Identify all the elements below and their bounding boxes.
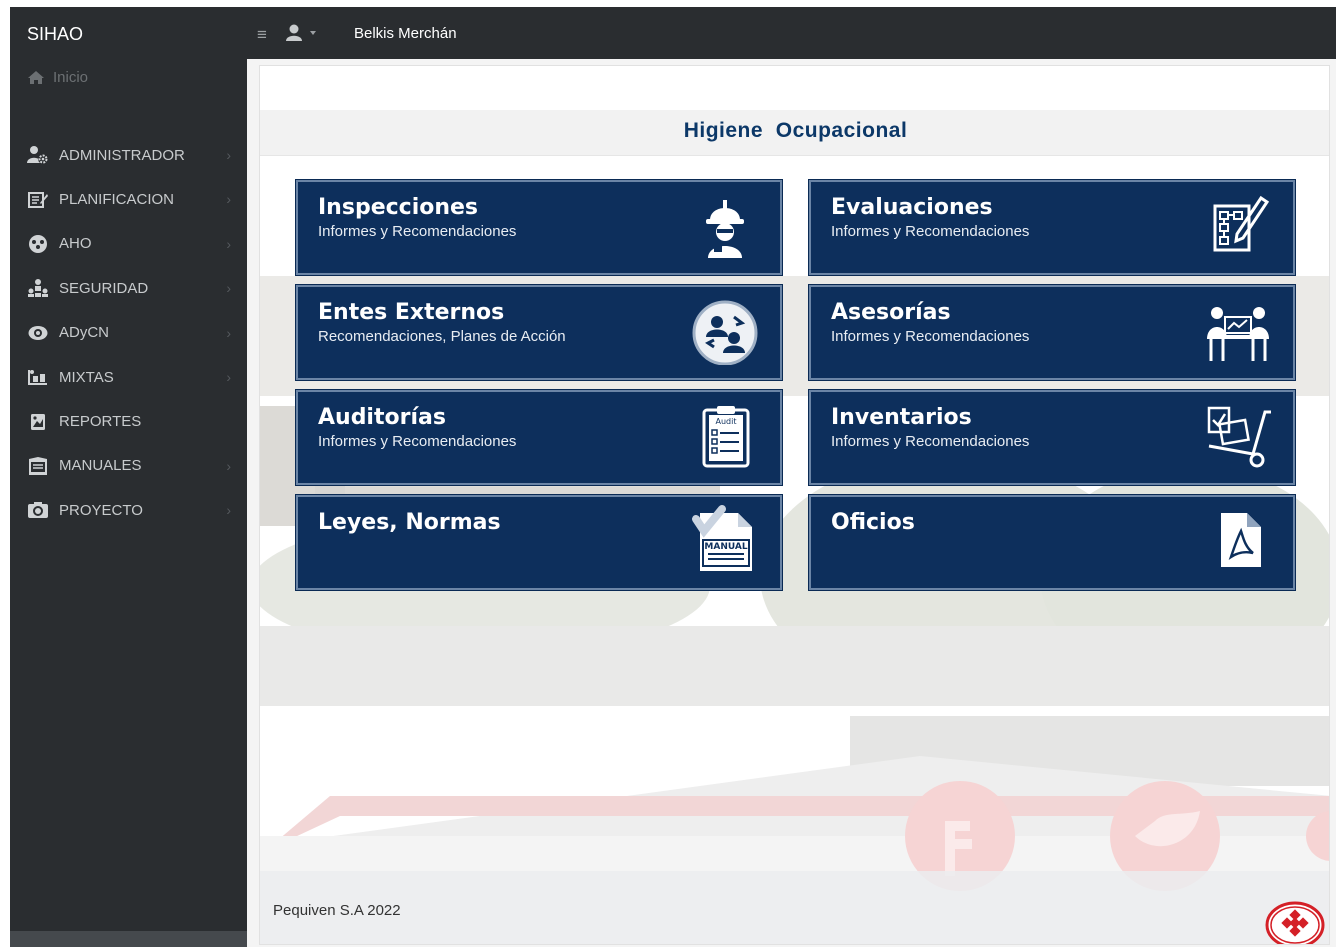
svg-text:MANUAL: MANUAL	[704, 542, 747, 552]
card-leyes-normas[interactable]: Leyes, Normas MANUAL	[296, 495, 782, 590]
card-title: Auditorías	[318, 405, 446, 430]
chevron-right-icon: ›	[226, 502, 231, 519]
sidebar-item-planificacion[interactable]: PLANIFICACION ›	[10, 177, 247, 221]
home-icon	[28, 71, 44, 84]
mixed-icon	[27, 367, 49, 387]
card-inventarios[interactable]: Inventarios Informes y Recomendaciones	[809, 390, 1295, 485]
card-subtitle: Informes y Recomendaciones	[831, 433, 1030, 450]
card-subtitle: Informes y Recomendaciones	[831, 328, 1030, 345]
brand-title[interactable]: SIHAO	[27, 24, 83, 45]
chevron-right-icon: ›	[226, 368, 231, 385]
pdf-document-icon	[1221, 513, 1261, 567]
card-title: Oficios	[831, 510, 915, 535]
sidebar-item-label: MIXTAS	[59, 368, 114, 386]
card-entes-externos[interactable]: Entes Externos Recomendaciones, Planes d…	[296, 285, 782, 380]
card-oficios[interactable]: Oficios	[809, 495, 1295, 590]
manuals-icon	[27, 456, 49, 476]
sidebar-item-label: PROYECTO	[59, 501, 143, 519]
chevron-right-icon: ›	[226, 147, 231, 163]
page-footer: Pequiven S.A 2022	[260, 871, 1329, 945]
card-evaluaciones[interactable]: Evaluaciones Informes y Recomendaciones	[809, 180, 1295, 275]
user-name[interactable]: Belkis Merchán	[354, 25, 457, 42]
sidebar-item-reportes[interactable]: REPORTES	[10, 399, 247, 443]
sidebar-item-proyecto[interactable]: PROYECTO ›	[10, 488, 247, 532]
admin-users-icon	[27, 145, 49, 165]
sidebar-item-label: REPORTES	[59, 413, 142, 431]
card-inspecciones[interactable]: Inspecciones Informes y Recomendaciones	[296, 180, 782, 275]
chevron-right-icon: ›	[226, 235, 231, 252]
camera-icon	[27, 500, 49, 520]
sidebar: SIHAO Inicio ADMINISTRADOR › PLANIFICACI…	[10, 7, 247, 947]
sidebar-item-label: ADyCN	[59, 324, 110, 342]
card-title: Evaluaciones	[831, 195, 993, 220]
consulting-meeting-icon	[1207, 307, 1269, 361]
external-entities-icon	[692, 300, 758, 365]
card-title: Inventarios	[831, 405, 972, 430]
card-subtitle: Informes y Recomendaciones	[831, 223, 1030, 240]
page-title-bar: Higiene Ocupacional	[260, 110, 1329, 156]
inventory-cart-icon	[1207, 406, 1271, 468]
audit-clipboard-icon: Audit	[702, 406, 750, 468]
eye-icon	[27, 323, 49, 343]
sidebar-item-label: AHO	[59, 235, 92, 253]
sidebar-item-inicio[interactable]: Inicio	[27, 69, 88, 86]
sidebar-item-label: SEGURIDAD	[59, 279, 149, 297]
sidebar-footer-strip	[10, 931, 247, 947]
card-title: Inspecciones	[318, 195, 479, 220]
card-auditorias[interactable]: Auditorías Informes y Recomendaciones Au…	[296, 390, 782, 485]
planning-icon	[27, 190, 49, 210]
sidebar-item-label: Inicio	[53, 69, 89, 86]
sidebar-item-manuales[interactable]: MANUALES ›	[10, 444, 247, 488]
card-subtitle: Recomendaciones, Planes de Acción	[318, 328, 566, 345]
footer-copyright: Pequiven S.A 2022	[273, 902, 401, 919]
inspector-helmet-icon	[706, 200, 744, 258]
chevron-right-icon: ›	[226, 324, 231, 341]
sidebar-item-adycn[interactable]: ADyCN ›	[10, 311, 247, 355]
sidebar-item-label: MANUALES	[59, 457, 142, 475]
chevron-right-icon: ›	[226, 457, 231, 474]
sidebar-item-aho[interactable]: AHO ›	[10, 222, 247, 266]
hamburger-menu-icon[interactable]: ≡	[257, 25, 267, 45]
user-icon	[286, 24, 316, 41]
card-title: Asesorías	[831, 300, 951, 325]
sidebar-nav: ADMINISTRADOR › PLANIFICACION › AHO › SE…	[10, 133, 247, 533]
card-asesorias[interactable]: Asesorías Informes y Recomendaciones	[809, 285, 1295, 380]
reports-icon	[27, 412, 49, 432]
card-subtitle: Informes y Recomendaciones	[318, 433, 517, 450]
content-panel: Higiene Ocupacional Inspecciones Informe…	[259, 65, 1330, 945]
sidebar-item-seguridad[interactable]: SEGURIDAD ›	[10, 266, 247, 310]
manual-document-icon: MANUAL	[692, 505, 752, 571]
security-icon	[27, 278, 49, 298]
chevron-right-icon: ›	[226, 280, 231, 297]
sidebar-item-label: ADMINISTRADOR	[59, 146, 185, 164]
aho-icon	[27, 234, 49, 254]
brand-header: SIHAO	[10, 7, 247, 59]
card-title: Leyes, Normas	[318, 510, 501, 535]
card-subtitle: Informes y Recomendaciones	[318, 223, 517, 240]
evaluation-flowchart-icon	[1213, 195, 1270, 252]
pequiven-logo-icon[interactable]	[1265, 899, 1325, 945]
sidebar-item-administrador[interactable]: ADMINISTRADOR ›	[10, 133, 247, 177]
sidebar-item-mixtas[interactable]: MIXTAS ›	[10, 355, 247, 399]
chevron-right-icon: ›	[226, 191, 231, 208]
user-dropdown-toggle[interactable]	[285, 23, 317, 43]
svg-text:Audit: Audit	[716, 417, 737, 426]
sidebar-item-label: PLANIFICACION	[59, 191, 175, 209]
card-title: Entes Externos	[318, 300, 505, 325]
page-title: Higiene Ocupacional	[683, 119, 908, 142]
top-navbar: ≡ Belkis Merchán	[247, 7, 1336, 59]
